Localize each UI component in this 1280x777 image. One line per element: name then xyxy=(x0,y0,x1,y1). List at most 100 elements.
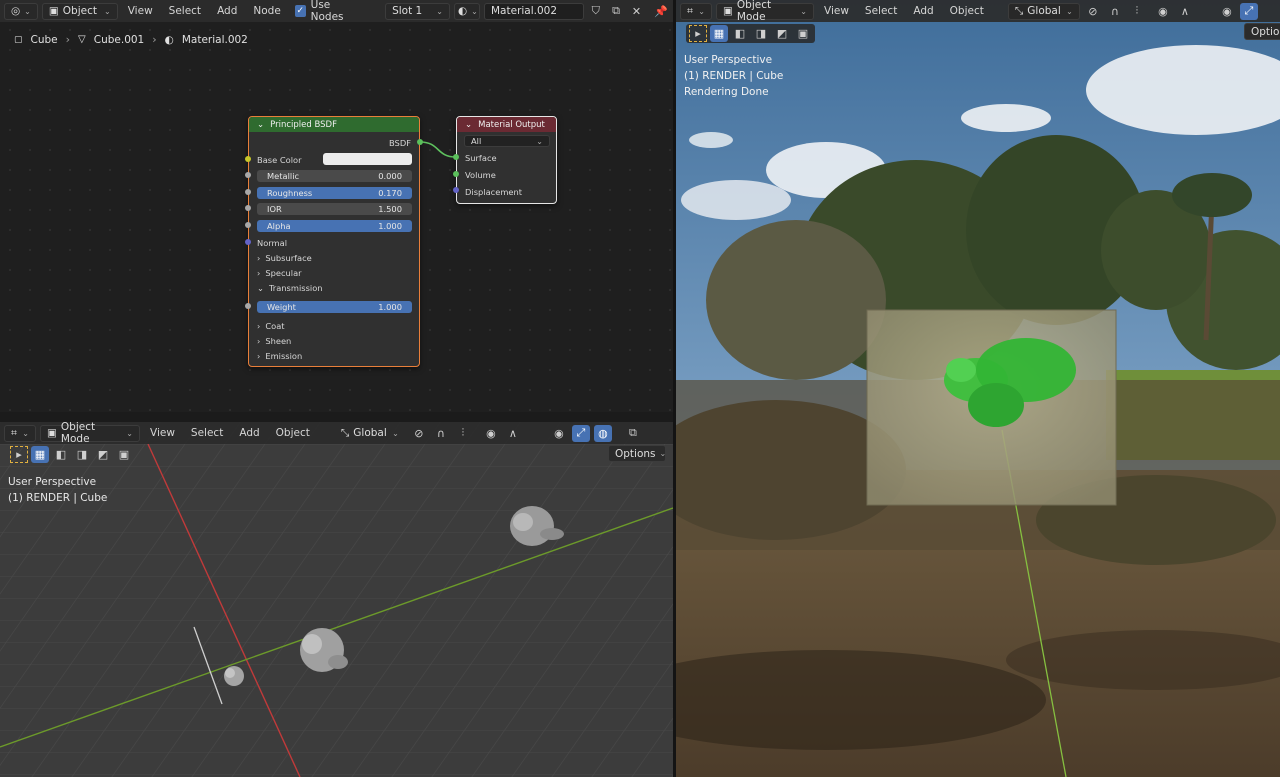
principled-bsdf-header[interactable]: ⌄ Principled BSDF xyxy=(249,117,419,132)
surface-socket[interactable] xyxy=(453,154,459,160)
transform-orientation-dropdown[interactable]: ⤡ Global ⌄ xyxy=(1007,2,1080,20)
ior-socket[interactable] xyxy=(245,205,251,211)
orientation-icon: ⤡ xyxy=(340,426,350,439)
metallic-field[interactable]: Metallic 0.000 xyxy=(257,170,412,182)
options-dropdown[interactable]: Optio xyxy=(1244,23,1280,40)
bsdf-output-label: BSDF xyxy=(389,138,411,148)
proportional-editing-icon[interactable]: ◉ xyxy=(1154,3,1172,20)
menu-view[interactable]: View xyxy=(818,3,855,19)
panel-transmission[interactable]: ⌄ Transmission xyxy=(257,283,323,293)
gizmo-toggle-icon[interactable]: ⤢ xyxy=(571,424,590,442)
viewport-3d-icon: ⌗ xyxy=(687,4,693,17)
editor-type-dropdown[interactable]: ⌗ ⌄ xyxy=(4,424,36,442)
select-cursor-icon[interactable]: ▸ xyxy=(689,25,707,42)
snap-target-icon[interactable]: ⫶ xyxy=(454,425,472,442)
panel-subsurface[interactable]: › Subsurface xyxy=(257,253,312,263)
suzanne-mesh-near[interactable] xyxy=(224,666,244,686)
viewport-3d-area[interactable]: ⌗ ⌄ ▣ Object Mode ⌄ View Select Add Objec… xyxy=(0,422,673,777)
alpha-field[interactable]: Alpha 1.000 xyxy=(257,220,412,232)
roughness-field[interactable]: Roughness 0.170 xyxy=(257,187,412,199)
weight-value: 1.000 xyxy=(378,302,402,312)
pivot-point-icon[interactable]: ⊘ xyxy=(410,425,428,442)
proportional-editing-icon[interactable]: ◉ xyxy=(482,425,500,442)
menu-add[interactable]: Add xyxy=(233,425,265,441)
chevron-down-icon: ⌄ xyxy=(257,283,264,293)
object-mode-label: Object Mode xyxy=(60,422,96,445)
alpha-socket[interactable] xyxy=(245,222,251,228)
roughness-label: Roughness xyxy=(267,188,313,198)
material-output-header[interactable]: ⌄ Material Output xyxy=(457,117,556,132)
select-subtract-icon[interactable]: ◨ xyxy=(73,446,91,463)
weight-socket[interactable] xyxy=(245,303,251,309)
select-intersect-icon[interactable]: ▣ xyxy=(115,446,133,463)
select-new-icon[interactable]: ▦ xyxy=(710,25,728,42)
chevron-right-icon: › xyxy=(257,351,261,361)
panel-specular-label: Specular xyxy=(265,268,302,278)
menu-add[interactable]: Add xyxy=(907,3,939,19)
editor-type-dropdown[interactable]: ⌗ ⌄ xyxy=(680,2,712,20)
object-info-label: (1) RENDER | Cube xyxy=(684,70,784,82)
displacement-label: Displacement xyxy=(465,187,523,197)
select-extend-icon[interactable]: ◧ xyxy=(731,25,749,42)
select-subtract-icon[interactable]: ◨ xyxy=(752,25,770,42)
menu-object[interactable]: Object xyxy=(270,425,316,441)
select-invert-icon[interactable]: ◩ xyxy=(773,25,791,42)
node-editor-area[interactable]: ◎ ⌄ ▣ Object ⌄ View Select Add Node ✓ Use… xyxy=(0,0,673,412)
menu-object[interactable]: Object xyxy=(944,3,990,19)
displacement-socket[interactable] xyxy=(453,187,459,193)
weight-label: Weight xyxy=(267,302,296,312)
object-info-label: (1) RENDER | Cube xyxy=(8,492,108,504)
base-color-socket[interactable] xyxy=(245,156,251,162)
gizmo-toggle-icon[interactable]: ⤢ xyxy=(1239,2,1258,20)
snap-magnet-icon[interactable]: ∩ xyxy=(1106,3,1124,20)
select-intersect-icon[interactable]: ▣ xyxy=(794,25,812,42)
snap-target-icon[interactable]: ⫶ xyxy=(1128,3,1146,20)
normal-label: Normal xyxy=(257,238,288,248)
object-mode-dropdown[interactable]: ▣ Object Mode ⌄ xyxy=(40,422,140,445)
material-output-node[interactable]: ⌄ Material Output All ⌄ Surface Volume D… xyxy=(456,116,557,204)
volume-socket[interactable] xyxy=(453,171,459,177)
bsdf-output-socket[interactable] xyxy=(417,139,423,145)
xray-toggle-icon[interactable]: ⧉ xyxy=(624,425,642,442)
transform-orientation-dropdown[interactable]: ⤡ Global ⌄ xyxy=(334,425,406,442)
menu-view[interactable]: View xyxy=(144,425,181,441)
principled-bsdf-node[interactable]: ⌄ Principled BSDF BSDF Base Color Metall… xyxy=(248,116,420,367)
perspective-label: User Perspective xyxy=(684,54,773,66)
output-target-dropdown[interactable]: All ⌄ xyxy=(464,135,550,147)
object-mode-dropdown[interactable]: ▣ Object Mode ⌄ xyxy=(716,0,814,23)
pivot-point-icon[interactable]: ⊘ xyxy=(1084,3,1102,20)
visibility-eye-icon[interactable]: ◉ xyxy=(550,425,568,442)
chevron-down-icon: ⌄ xyxy=(659,449,667,458)
menu-select[interactable]: Select xyxy=(185,425,229,441)
falloff-curve-icon[interactable]: ∧ xyxy=(1176,3,1194,20)
orientation-label: Global xyxy=(353,427,387,439)
panel-coat[interactable]: › Coat xyxy=(257,321,285,331)
area-divider-horizontal[interactable] xyxy=(0,412,673,422)
falloff-curve-icon[interactable]: ∧ xyxy=(504,425,522,442)
output-target-value: All xyxy=(471,136,482,146)
panel-emission[interactable]: › Emission xyxy=(257,351,302,361)
metallic-socket[interactable] xyxy=(245,172,251,178)
rendered-viewport-area[interactable]: ⌗ ⌄ ▣ Object Mode ⌄ View Select Add Objec… xyxy=(676,0,1280,777)
select-invert-icon[interactable]: ◩ xyxy=(94,446,112,463)
visibility-eye-icon[interactable]: ◉ xyxy=(1218,3,1236,20)
panel-specular[interactable]: › Specular xyxy=(257,268,302,278)
options-dropdown[interactable]: Options ⌄ xyxy=(608,445,666,462)
orientation-label: Global xyxy=(1027,5,1061,17)
menu-select[interactable]: Select xyxy=(859,3,903,19)
ior-field[interactable]: IOR 1.500 xyxy=(257,203,412,215)
snap-magnet-icon[interactable]: ∩ xyxy=(432,425,450,442)
collapse-chevron-icon[interactable]: ⌄ xyxy=(465,120,472,130)
normal-socket[interactable] xyxy=(245,239,251,245)
roughness-socket[interactable] xyxy=(245,189,251,195)
select-new-icon[interactable]: ▦ xyxy=(31,446,49,463)
select-cursor-icon[interactable]: ▸ xyxy=(10,446,28,463)
panel-sheen[interactable]: › Sheen xyxy=(257,336,291,346)
transmission-weight-field[interactable]: Weight 1.000 xyxy=(257,301,412,313)
overlays-toggle-icon[interactable]: ◍ xyxy=(593,424,612,442)
chevron-down-icon: ⌄ xyxy=(800,6,807,16)
ior-value: 1.500 xyxy=(378,204,402,214)
select-extend-icon[interactable]: ◧ xyxy=(52,446,70,463)
collapse-chevron-icon[interactable]: ⌄ xyxy=(257,120,264,130)
base-color-swatch[interactable] xyxy=(323,153,412,165)
